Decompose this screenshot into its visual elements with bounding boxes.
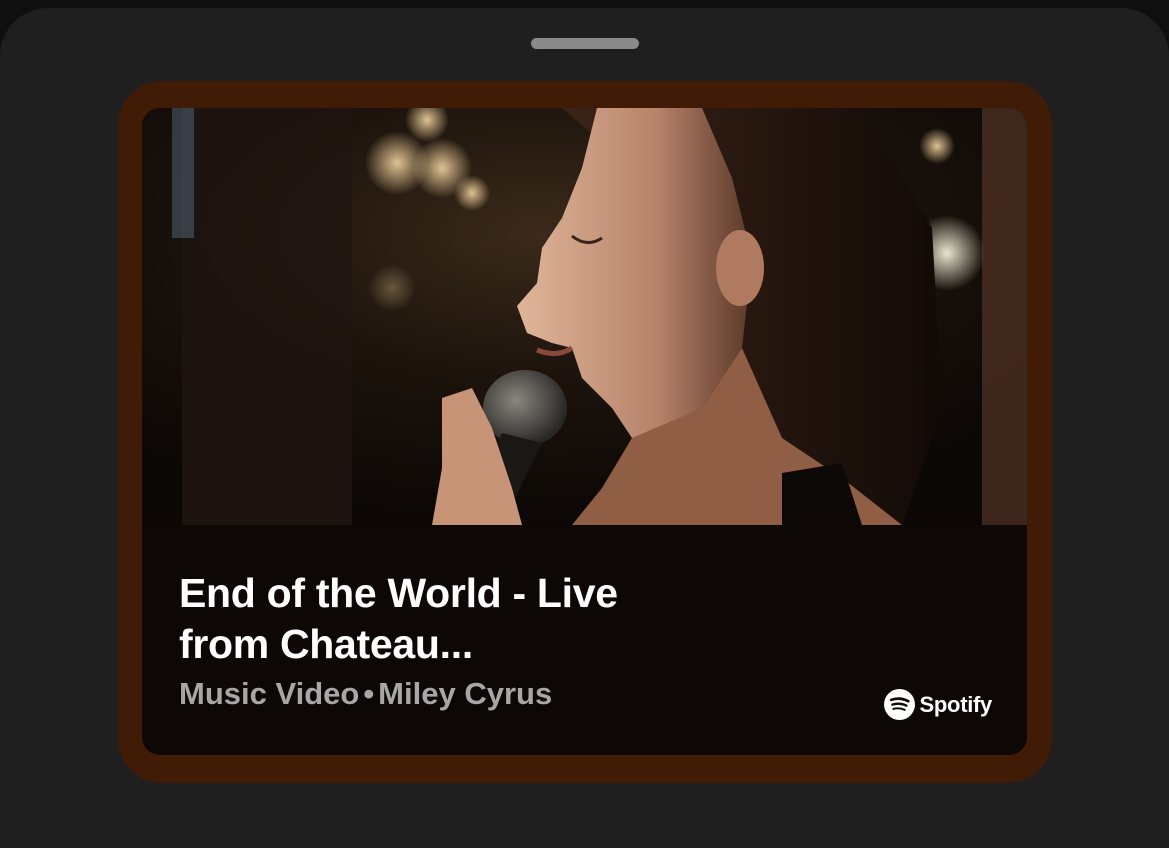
track-title: End of the World - Live from Chateau... <box>179 570 618 667</box>
video-thumbnail[interactable] <box>142 108 1027 525</box>
spotify-wordmark: Spotify <box>919 691 993 717</box>
track-subtitle: Music Video • Miley Cyrus <box>179 675 552 713</box>
card-frame: End of the World - Live from Chateau... … <box>118 81 1052 783</box>
spotify-brand: Spotify <box>883 689 993 720</box>
artist-name: Miley Cyrus <box>378 676 553 711</box>
spotify-logo-icon <box>883 689 915 720</box>
separator-dot: • <box>363 676 375 711</box>
music-video-card[interactable]: End of the World - Live from Chateau... … <box>142 108 1027 755</box>
sheet-drag-handle[interactable] <box>531 38 639 49</box>
content-type-label: Music Video <box>179 676 360 711</box>
share-sheet: End of the World - Live from Chateau... … <box>0 8 1169 848</box>
video-thumbnail-image <box>142 108 1027 525</box>
